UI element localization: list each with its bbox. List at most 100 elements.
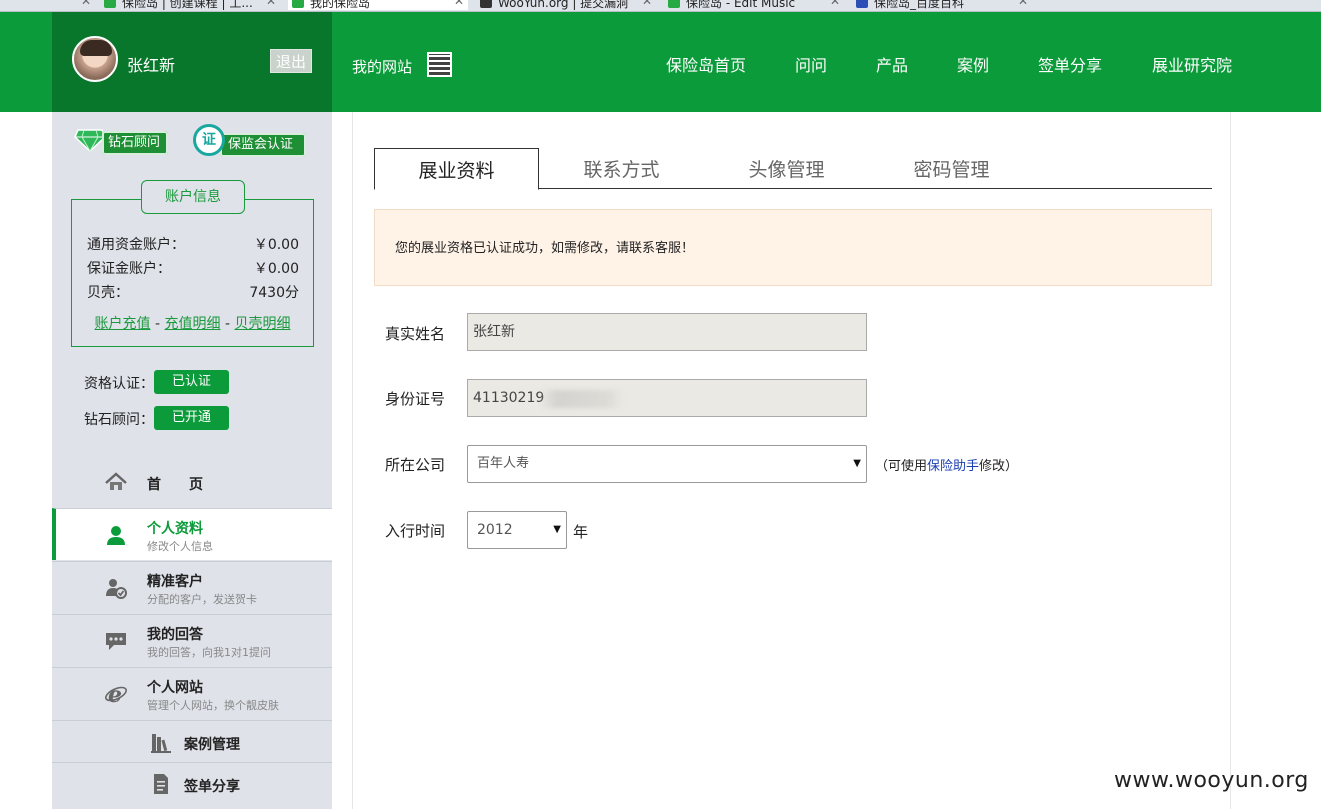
nav-products[interactable]: 产品 [876,52,908,76]
sidebar-item-sublabel: 修改个人信息 [147,540,213,553]
user-icon [107,526,125,545]
sidebar-item-label: 个人资料 [147,521,203,537]
close-icon[interactable]: ✕ [454,0,464,8]
start-year-label: 入行时间 [385,522,446,540]
close-icon[interactable]: ✕ [830,0,840,8]
real-name-field: 张红新 [467,313,867,351]
favicon-icon [292,0,304,8]
close-icon[interactable]: ✕ [1018,0,1028,8]
recharge-detail-link[interactable]: 充值明细 [165,316,221,332]
nav-home[interactable]: 保险岛首页 [666,52,746,76]
sidebar-item-label: 个人网站 [147,680,203,696]
diamond-advisor-badge: 钻石顾问 [102,131,168,155]
company-select[interactable]: 百年人寿 ▼ [467,445,867,483]
qr-code-icon[interactable] [427,52,452,77]
browser-tab[interactable]: 保险岛 | 创建课程 | 工... ✕ [100,0,280,10]
tab-password[interactable]: 密码管理 [869,148,1034,189]
browser-tab-label: WooYun.org | 提交漏洞 [498,0,629,10]
tab-profile-info[interactable]: 展业资料 [374,148,539,190]
tab-avatar[interactable]: 头像管理 [704,148,869,189]
close-icon[interactable]: ✕ [81,0,91,8]
client-icon [106,579,127,599]
chat-icon [106,633,126,650]
company-hint: （可使用保险助手修改） [875,455,1018,474]
account-row-label: 通用资金账户： [87,237,185,253]
id-number-value: 41130219 [473,390,545,406]
profile-tabs: 展业资料 联系方式 头像管理 密码管理 [374,148,1212,190]
sidebar-item-sublabel: 我的回答，向我1对1提问 [147,646,271,659]
sidebar-item-clients[interactable]: 精准客户 分配的客户，发送贺卡 [52,561,332,613]
nav-cases[interactable]: 案例 [957,52,989,76]
sidebar-subitem-cases[interactable]: 案例管理 [52,720,332,762]
account-row-value: ￥0.00 [253,261,299,277]
notice-banner: 您的展业资格已认证成功，如需修改，请联系客服！ [374,209,1212,286]
browser-tab-label: 保险岛 | 创建课程 | 工... [122,0,253,10]
real-name-label: 真实姓名 [385,325,446,343]
account-row-label: 贝壳： [87,285,129,301]
browser-tab-label: 保险岛 - Edit Music [686,0,796,10]
sidebar-item-sublabel: 分配的客户，发送贺卡 [147,593,257,606]
account-row-label: 保证金账户： [87,261,171,277]
sidebar-item-profile[interactable]: 个人资料 修改个人信息 [52,508,332,560]
redacted-mask [540,390,624,408]
main-content: 展业资料 联系方式 头像管理 密码管理 您的展业资格已认证成功，如需修改，请联系… [352,112,1231,809]
user-block: 张红新 退出 [52,12,332,112]
account-links: 账户充值 - 充值明细 - 贝壳明细 [72,313,313,333]
account-row: 通用资金账户： ￥0.00 [87,234,299,254]
sidebar-item-website[interactable]: e 个人网站 管理个人网站，换个靓皮肤 [52,667,332,719]
close-icon[interactable]: ✕ [642,0,652,8]
company-label: 所在公司 [385,456,446,474]
dropdown-arrow-icon: ▼ [553,524,561,535]
recharge-link[interactable]: 账户充值 [95,316,151,332]
sidebar-item-label: 精准客户 [147,574,203,590]
tab-contact[interactable]: 联系方式 [539,148,704,189]
favicon-icon [668,0,680,8]
qualification-status-badge: 已认证 [154,370,229,394]
link-separator: - [224,316,231,332]
browser-tab-strip: ✕ 保险岛 | 创建课程 | 工... ✕ 我的保险岛 ✕ WooYun.org |… [0,0,1321,12]
diamond-status-label: 钻石顾问： [84,412,154,428]
sidebar-subitem-sign-share[interactable]: 签单分享 [52,762,332,804]
browser-tab[interactable]: ✕ [0,0,95,10]
favicon-icon [856,0,868,8]
nav-academy[interactable]: 展业研究院 [1152,52,1232,76]
username: 张红新 [127,56,176,75]
sidebar-item-answers[interactable]: 我的回答 我的回答，向我1对1提问 [52,614,332,666]
browser-tab-active[interactable]: 我的保险岛 ✕ [288,0,468,10]
sidebar-item-label: 首 页 [147,477,203,493]
nav-ask[interactable]: 问问 [795,52,827,76]
browser-tab[interactable]: WooYun.org | 提交漏洞 ✕ [476,0,656,10]
sidebar-item-label: 签单分享 [184,779,240,795]
browser-tab[interactable]: 保险岛_百度百科 ✕ [852,0,1032,10]
watermark: www.wooyun.org [1114,768,1309,793]
account-row: 保证金账户： ￥0.00 [87,258,299,278]
favicon-icon [480,0,492,8]
shell-detail-link[interactable]: 贝壳明细 [234,316,290,332]
my-site-link[interactable]: 我的网站 [352,56,412,77]
sidebar-item-label: 案例管理 [184,737,240,753]
hint-text: 修改） [979,459,1019,474]
account-row-value: 7430分 [249,285,299,301]
close-icon[interactable]: ✕ [266,0,276,8]
cert-seal-icon: 证 [193,124,225,156]
browser-tab-label: 我的保险岛 [310,0,371,10]
sidebar: 钻石顾问 保监会认证 证 账户信息 通用资金账户： ￥0.00 保证金账户： ￥… [52,112,332,809]
sidebar-item-sublabel: 管理个人网站，换个靓皮肤 [147,699,279,712]
sidebar-item-label: 我的回答 [147,627,203,643]
browser-tab[interactable]: 保险岛 - Edit Music ✕ [664,0,844,10]
avatar[interactable] [72,36,118,82]
year-unit: 年 [573,523,589,541]
start-year-select[interactable]: 2012 ▼ [467,511,567,549]
diamond-status-badge: 已开通 [154,406,229,430]
ie-icon: e [105,682,127,706]
dropdown-arrow-icon: ▼ [853,458,861,469]
account-row: 贝壳： 7430分 [87,282,299,302]
account-row-value: ￥0.00 [253,237,299,253]
hint-text: （可使用 [875,459,928,474]
insurance-assistant-link[interactable]: 保险助手 [927,459,979,474]
browser-tab-label: 保险岛_百度百科 [874,0,965,10]
nav-sign-share[interactable]: 签单分享 [1038,52,1102,76]
logout-button[interactable]: 退出 [270,49,312,73]
svg-text:e: e [108,682,122,706]
sidebar-item-home[interactable]: 首 页 [52,456,332,508]
